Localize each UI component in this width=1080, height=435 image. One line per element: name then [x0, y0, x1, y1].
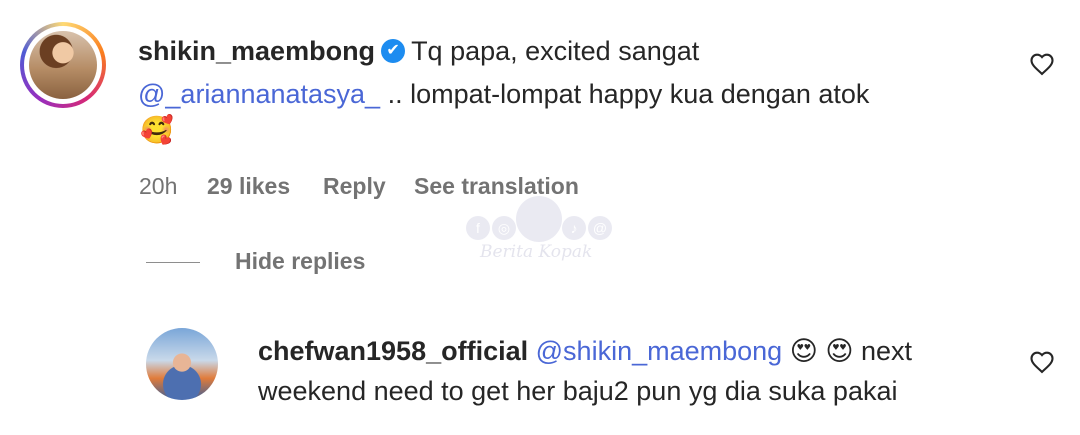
comment-time: 20h [139, 173, 178, 199]
heart-logo-icon [516, 196, 562, 242]
comment-line-1: shikin_maembong ✔ Tq papa, excited sangat [138, 34, 699, 68]
comment-username[interactable]: shikin_maembong [138, 36, 375, 66]
hide-replies-button[interactable]: Hide replies [235, 248, 365, 275]
reply-line-2: weekend need to get her baju2 pun yg dia… [258, 376, 898, 406]
heart-eyes-emoji: 😍 😍 [789, 336, 854, 366]
watermark: f ◎ ♪ @ Berita Kopak [462, 196, 622, 266]
heart-outline-icon[interactable] [1028, 50, 1056, 78]
instagram-icon: ◎ [492, 216, 516, 240]
comment-line-3: 🥰 [140, 113, 174, 147]
facebook-icon: f [466, 216, 490, 240]
reply-text-line1: next [853, 336, 913, 366]
reply-username[interactable]: chefwan1958_official [258, 336, 528, 366]
tiktok-icon: ♪ [562, 216, 586, 240]
threads-icon: @ [588, 216, 612, 240]
reply-button[interactable]: Reply [323, 172, 386, 200]
comment-text-line2: .. lompat-lompat happy kua dengan atok [380, 79, 870, 109]
smiling-hearts-emoji: 🥰 [140, 115, 174, 145]
reply-line-1: chefwan1958_official @shikin_maembong 😍 … [258, 334, 912, 368]
avatar-image [29, 31, 97, 99]
watermark-text: Berita Kopak [480, 242, 593, 262]
comment-text-line1: Tq papa, excited sangat [411, 36, 700, 66]
hide-replies-divider [146, 262, 200, 263]
reply-mention[interactable]: @shikin_maembong [536, 336, 783, 366]
comment-line-2: @_ariannanatasya_ .. lompat-lompat happy… [138, 77, 869, 111]
comment-likes[interactable]: 29 likes [207, 172, 290, 200]
avatar-shikin[interactable] [20, 22, 106, 108]
heart-outline-icon[interactable] [1028, 348, 1056, 376]
verified-badge-icon: ✔ [381, 38, 406, 63]
comment-mention[interactable]: @_ariannanatasya_ [138, 79, 380, 109]
avatar-chefwan[interactable] [146, 328, 218, 400]
